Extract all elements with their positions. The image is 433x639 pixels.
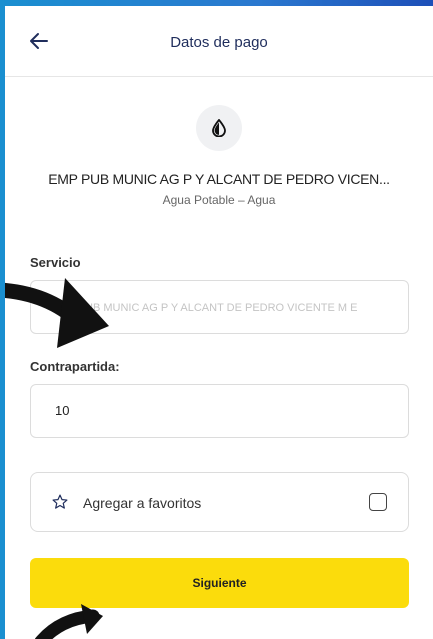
payment-screen: Datos de pago EMP PUB MUNIC AG P Y ALCAN… [5,6,433,639]
service-avatar [196,105,242,151]
company-category: Agua Potable – Agua [162,193,276,207]
page-title: Datos de pago [170,34,268,51]
annotation-arrow-icon [5,278,109,348]
counterpart-label: Contrapartida: [30,359,120,374]
favorites-checkbox[interactable] [369,493,387,511]
app-header: Datos de pago [5,6,433,77]
water-drop-icon [212,119,226,137]
company-name: EMP PUB MUNIC AG P Y ALCANT DE PEDRO VIC… [48,171,390,187]
favorites-label: Agregar a favoritos [83,495,202,511]
counterpart-input[interactable]: 10 [30,384,409,438]
add-favorites-row[interactable]: Agregar a favoritos [30,472,409,532]
counterpart-value: 10 [55,403,70,418]
next-button[interactable]: Siguiente [30,558,409,608]
annotation-arrow-icon [35,604,103,639]
star-icon [52,494,68,509]
